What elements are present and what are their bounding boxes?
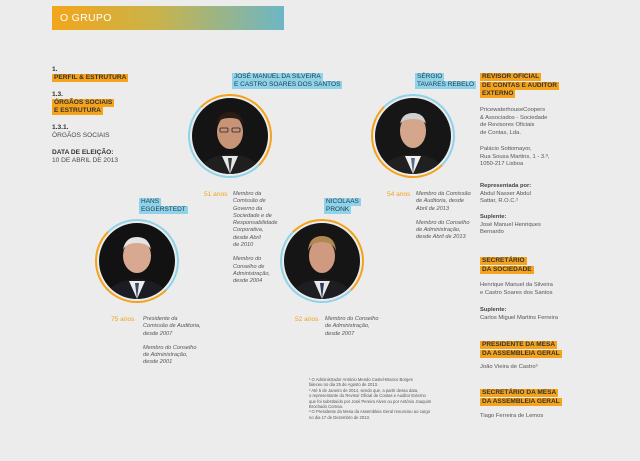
nav-level-1-label: PERFIL & ESTRUTURA [52,74,129,82]
portrait-nicolaas [284,223,360,299]
meeting-secretary-text: Tiago Ferreira de Lemos [480,413,544,419]
nav-level-1: 1. PERFIL & ESTRUTURA [52,66,129,82]
age: 51 anos [204,191,228,198]
chairman-text: João Vieira de Castro³ [480,364,538,370]
name-tag-nicolaas: NICOLAAS PRONK [324,198,361,214]
footnotes: ¹ O Administrador António Mendo Castel-B… [309,377,432,420]
age: 54 anos [387,191,411,198]
role-description: Presidente da Comissão de Auditoria, des… [143,316,201,366]
company-secretary-text: Henrique Manuel da Silveira e Castro Soa… [480,282,553,296]
portrait-jose-manuel [192,98,268,174]
alternate-1: Suplente: José Manuel Henriques Bernardo [480,214,541,236]
name-tag-jose-manuel: JOSÉ MANUEL DA SILVEIRA E CASTRO SOARES … [232,73,343,89]
name-tag-sergio: SÉRGIO TAVARES REBELO [415,73,477,89]
section-header: O GRUPO [52,6,284,30]
age: 52 anos [295,316,319,323]
nav-level-2: 1.3. ÓRGÃOS SOCIAIS E ESTRUTURA [52,91,115,115]
election-date: DATA DE ELEIÇÃO: 10 DE ABRIL DE 2013 [52,149,119,164]
age: 75 anos [111,316,135,323]
nav-level-3: 1.3.1. ÓRGÃOS SOCIAIS [52,124,110,139]
auditor-address: Palácio Sottomayor, Rua Sousa Martins, 1… [480,146,550,168]
role-description: Membro do Conselho de Administração, des… [325,316,379,337]
chairman-heading: PRESIDENTE DA MESA DA ASSEMBLEIA GERAL [480,341,562,358]
meeting-secretary-heading: SECRETÁRIO DA MESA DA ASSEMBLEIA GERAL [480,389,562,406]
portrait-hans [99,223,175,299]
company-secretary-heading: SECRETÁRIO DA SOCIEDADE [480,257,534,274]
portrait-sergio [375,98,451,174]
auditor-text: PricewaterhouseCoopers & Associados - So… [480,107,548,136]
alternate-2: Suplente: Carlos Miguel Martins Ferreira [480,307,558,321]
name-tag-hans: HANS EGGERSTEDT [139,198,188,214]
representative: Representada por: Abdul Nasser Abdul Sat… [480,183,532,205]
section-title: O GRUPO [60,12,112,24]
auditor-heading: REVISOR OFICIAL DE CONTAS E AUDITOR EXTE… [480,73,559,99]
